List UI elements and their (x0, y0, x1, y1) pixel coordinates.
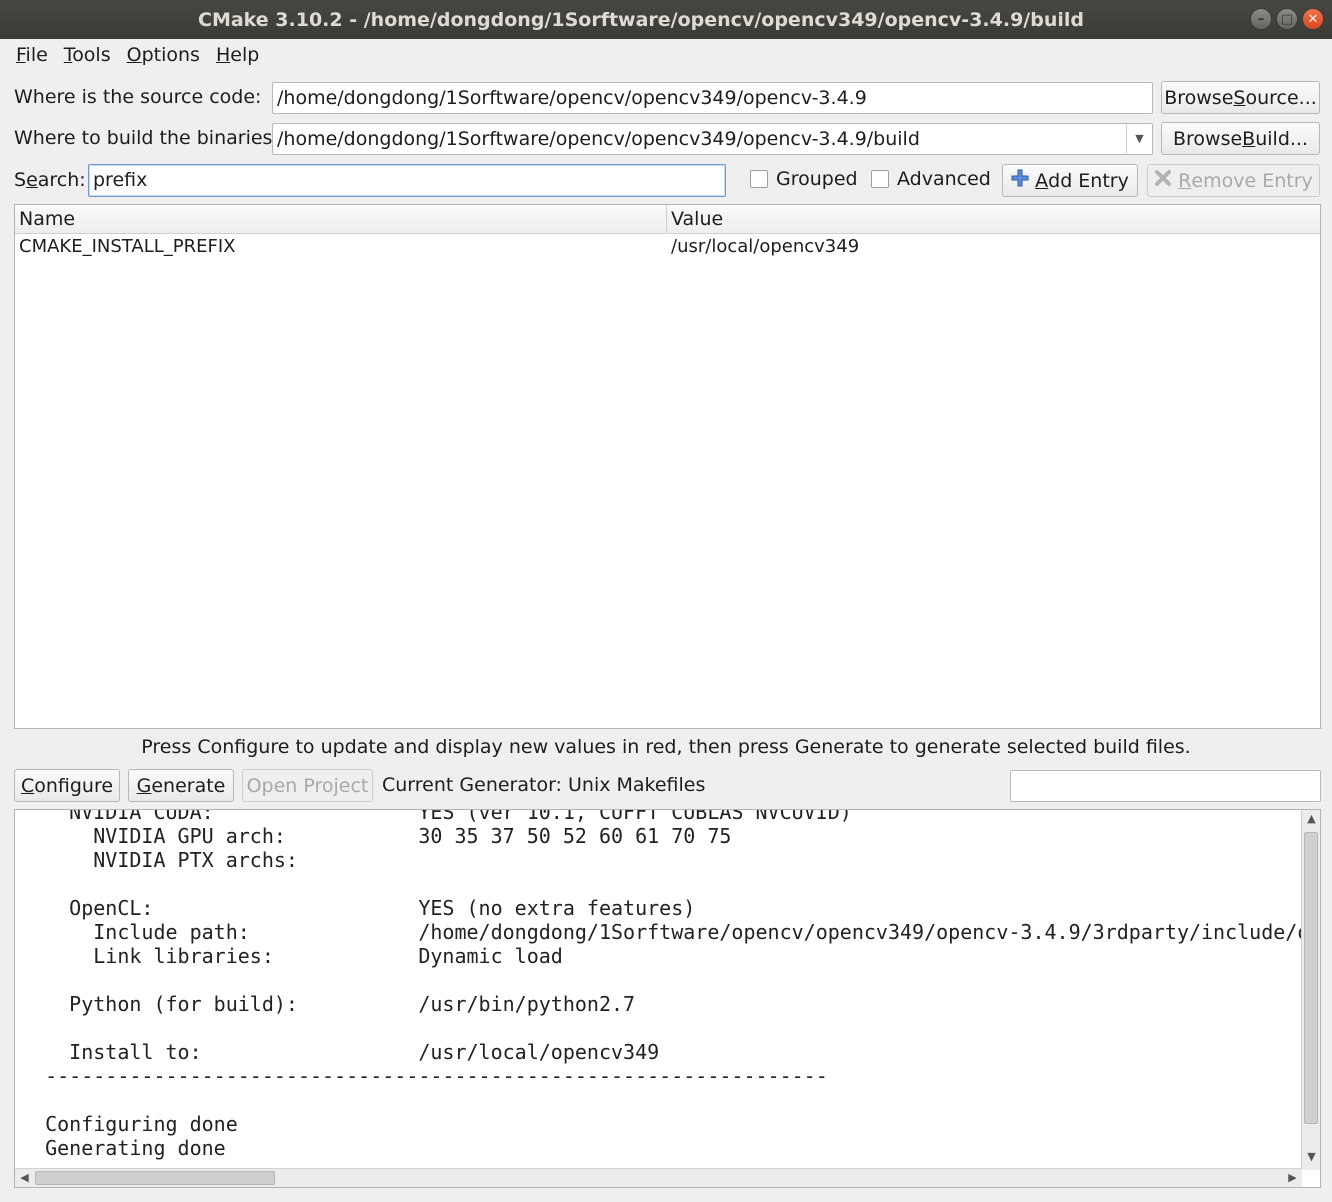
output-line: Configuring done (21, 1112, 238, 1136)
output-text: NVIDIA CUDA: YES (ver 10.1, CUFFT CUBLAS… (21, 809, 1301, 1170)
output-line: NVIDIA CUDA: YES (ver 10.1, CUFFT CUBLAS… (21, 809, 852, 824)
grouped-checkbox-box[interactable] (750, 170, 768, 188)
open-project-button[interactable]: Open Project (242, 769, 373, 802)
browse-build-button[interactable]: Browse Build... (1161, 122, 1320, 155)
output-line: ----------------------------------------… (21, 1064, 828, 1088)
output-search-input[interactable] (1010, 770, 1321, 802)
source-label: Where is the source code: (14, 86, 262, 108)
add-entry-button[interactable]: Add Entry (1002, 164, 1138, 197)
plus-icon (1011, 169, 1029, 192)
close-icon[interactable]: ✕ (1302, 8, 1324, 30)
advanced-checkbox[interactable]: Advanced (871, 168, 991, 190)
window-controls: – □ ✕ (1250, 8, 1324, 30)
browse-source-button[interactable]: Browse Source... (1161, 81, 1320, 114)
column-header-value[interactable]: Value (667, 205, 723, 233)
configure-button[interactable]: Configure (14, 769, 120, 802)
output-line: Include path: /home/dongdong/1Sorftware/… (21, 920, 1301, 944)
row-name: CMAKE_INSTALL_PREFIX (19, 236, 236, 257)
window-title: CMake 3.10.2 - /home/dongdong/1Sorftware… (198, 8, 1084, 31)
output-line: NVIDIA GPU arch: 30 35 37 50 52 60 61 70… (21, 824, 732, 848)
title-bar: CMake 3.10.2 - /home/dongdong/1Sorftware… (0, 0, 1332, 39)
output-log[interactable]: NVIDIA CUDA: YES (ver 10.1, CUFFT CUBLAS… (14, 809, 1321, 1188)
output-line: Python (for build): /usr/bin/python2.7 (21, 992, 636, 1016)
horizontal-scrollbar-thumb[interactable] (35, 1171, 275, 1185)
output-line: Generating done (21, 1136, 226, 1160)
current-generator-label: Current Generator: Unix Makefiles (382, 774, 706, 796)
grouped-checkbox[interactable]: Grouped (750, 168, 858, 190)
grouped-label: Grouped (776, 168, 858, 190)
advanced-checkbox-box[interactable] (871, 170, 889, 188)
scroll-right-icon[interactable]: ▶ (1283, 1171, 1302, 1184)
output-line: OpenCL: YES (no extra features) (21, 896, 696, 920)
menu-bar: File Tools Options Help (0, 39, 1332, 71)
maximize-icon[interactable]: □ (1276, 8, 1298, 30)
menu-tools[interactable]: Tools (56, 44, 119, 66)
build-label: Where to build the binaries: (14, 127, 279, 149)
output-line: NVIDIA PTX archs: (21, 848, 298, 872)
output-line: Install to: /usr/local/opencv349 (21, 1040, 660, 1064)
generate-button[interactable]: Generate (128, 769, 234, 802)
horizontal-scrollbar[interactable]: ◀ ▶ (15, 1168, 1302, 1187)
column-header-name[interactable]: Name (15, 205, 667, 233)
scroll-left-icon[interactable]: ◀ (15, 1171, 34, 1184)
menu-file[interactable]: File (8, 44, 56, 66)
row-value[interactable]: /usr/local/opencv349 (667, 234, 859, 260)
search-input[interactable]: prefix (88, 164, 726, 197)
search-label: Search: (14, 169, 86, 191)
minimize-icon[interactable]: – (1250, 8, 1272, 30)
table-row[interactable]: CMAKE_INSTALL_PREFIX /usr/local/opencv34… (15, 234, 1320, 260)
cache-table[interactable]: Name Value CMAKE_INSTALL_PREFIX /usr/loc… (14, 204, 1321, 729)
output-line: Link libraries: Dynamic load (21, 944, 563, 968)
remove-entry-button[interactable]: Remove Entry (1147, 164, 1320, 197)
table-header: Name Value (15, 205, 1320, 234)
menu-options[interactable]: Options (119, 44, 208, 66)
x-icon (1154, 169, 1172, 192)
vertical-scrollbar[interactable]: ▲ ▼ (1301, 810, 1320, 1170)
menu-help[interactable]: Help (208, 44, 267, 66)
scroll-up-icon[interactable]: ▲ (1302, 812, 1320, 825)
vertical-scrollbar-thumb[interactable] (1304, 832, 1318, 1124)
advanced-label: Advanced (897, 168, 991, 190)
build-combo[interactable]: /home/dongdong/1Sorftware/opencv/opencv3… (272, 123, 1153, 155)
source-input[interactable]: /home/dongdong/1Sorftware/opencv/opencv3… (272, 82, 1153, 114)
scroll-down-icon[interactable]: ▼ (1302, 1150, 1320, 1163)
build-value: /home/dongdong/1Sorftware/opencv/opencv3… (277, 128, 920, 150)
chevron-down-icon[interactable]: ▼ (1126, 124, 1152, 154)
hint-text: Press Configure to update and display ne… (141, 736, 1191, 758)
